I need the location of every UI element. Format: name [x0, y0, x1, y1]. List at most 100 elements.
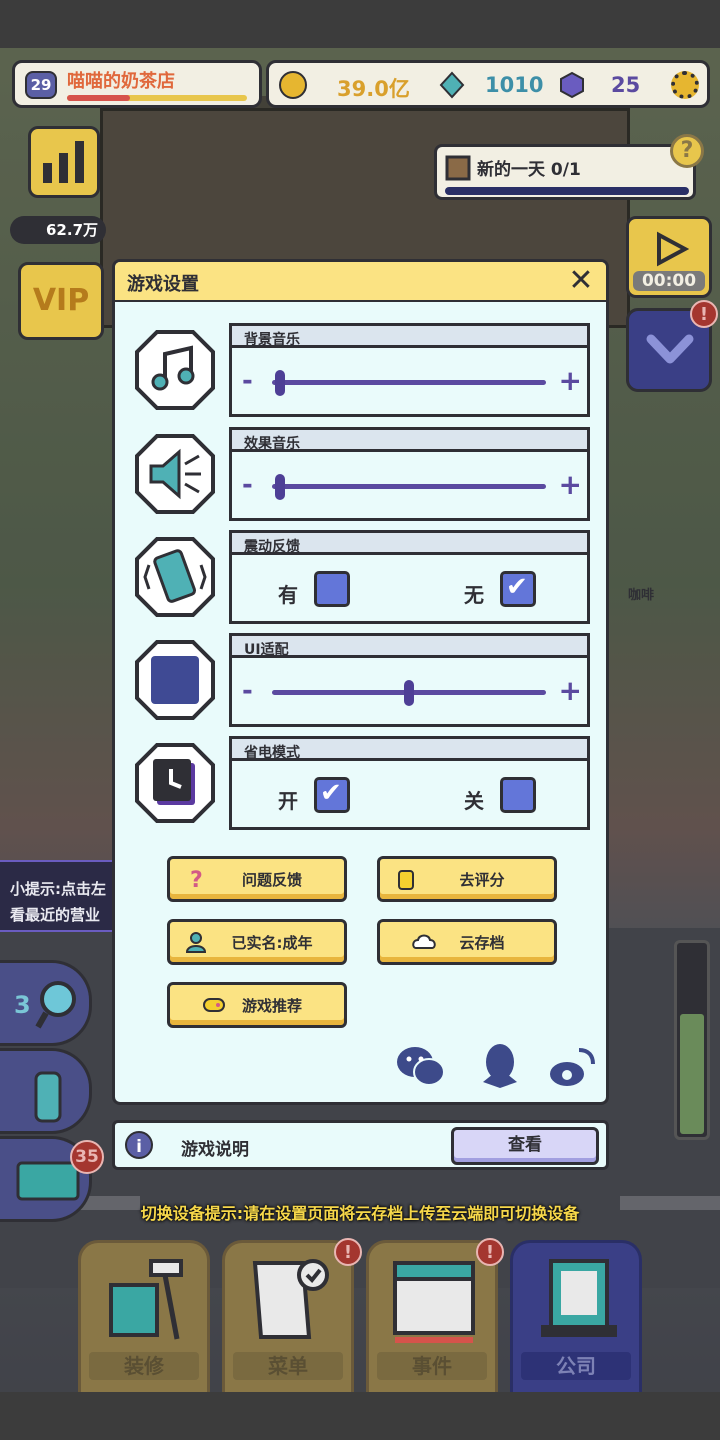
task-progress: [445, 187, 689, 195]
level-badge: 29: [25, 71, 57, 99]
slider-track: [272, 484, 546, 489]
wechat-icon[interactable]: [395, 1042, 445, 1090]
gem-icon[interactable]: [439, 71, 465, 99]
vibration-icon: [135, 537, 215, 617]
recommend-label: 游戏推荐: [241, 997, 302, 1015]
game-guide-bar: i 游戏说明 查看: [112, 1120, 609, 1170]
play-icon: [657, 231, 689, 267]
income-rate: 62.7万: [10, 216, 106, 244]
power-saving-label: 省电模式: [244, 745, 300, 761]
speaker-icon: [135, 434, 215, 514]
sfx-slider-thumb[interactable]: [274, 474, 285, 500]
gem-amount: 1010: [485, 73, 544, 97]
status-bar-bottom: [0, 1392, 720, 1440]
ui-adapt-increase-button[interactable]: +: [559, 674, 582, 707]
power-saving-off-label: 关: [464, 789, 484, 813]
weibo-icon[interactable]: [547, 1042, 597, 1090]
rate-button[interactable]: 去评分: [377, 856, 557, 902]
power-saving-off-checkbox[interactable]: [500, 777, 536, 813]
ui-adapt-slider-thumb[interactable]: [404, 680, 414, 706]
coin-amount: 39.0亿: [337, 77, 410, 101]
realname-label: 已实名:成年: [231, 934, 313, 952]
ui-adapt-icon: [135, 640, 215, 720]
game-guide-label: 游戏说明: [181, 1140, 249, 1160]
sfx-slider[interactable]: - +: [242, 466, 582, 506]
rate-label: 去评分: [459, 871, 505, 889]
vip-button[interactable]: VIP: [18, 262, 104, 340]
nav-decorate[interactable]: 装修: [78, 1240, 210, 1392]
cash-register-icon: [16, 1161, 80, 1201]
task-icon: [445, 155, 471, 181]
qq-icon[interactable]: [475, 1042, 525, 1090]
nav-decorate-label: 装修: [89, 1352, 199, 1380]
sfx-panel: 效果音乐 - +: [229, 427, 590, 521]
cloud-save-label: 云存档: [459, 934, 505, 952]
vibration-header: 震动反馈: [232, 533, 587, 555]
music-icon: [135, 330, 215, 410]
building-icon: [541, 1259, 617, 1337]
income-value: 62.7万: [46, 221, 99, 239]
settings-dialog: 游戏设置 ✕ 背景音乐 - + 效果音乐 - + 震动反馈 有 无 ✔ UI适配…: [112, 259, 609, 1105]
help-icon[interactable]: ?: [670, 134, 704, 168]
ranking-chart-icon[interactable]: [28, 126, 100, 198]
vibration-on-label: 有: [278, 583, 298, 607]
ui-adapt-slider[interactable]: - +: [242, 672, 582, 712]
ui-adapt-decrease-button[interactable]: -: [242, 676, 253, 706]
vibration-off-checkbox[interactable]: ✔: [500, 571, 536, 607]
ui-adapt-header: UI适配: [232, 636, 587, 658]
menu-alert-badge: !: [334, 1238, 362, 1266]
sfx-header: 效果音乐: [232, 430, 587, 452]
currency-bar: 39.0亿 1010 25: [266, 60, 710, 108]
recommend-button[interactable]: 游戏推荐: [167, 982, 347, 1028]
cloud-save-button[interactable]: 云存档: [377, 919, 557, 965]
sfx-increase-button[interactable]: +: [559, 468, 582, 501]
slider-track: [272, 380, 546, 385]
shop-progress: [67, 95, 247, 101]
vibration-panel: 震动反馈 有 无 ✔: [229, 530, 590, 624]
clock-icon: [135, 743, 215, 823]
realname-button[interactable]: 已实名:成年: [167, 919, 347, 965]
ui-adapt-panel: UI适配 - +: [229, 633, 590, 727]
bgm-decrease-button[interactable]: -: [242, 366, 253, 396]
check-icon: ✔: [506, 572, 528, 602]
shop-progress-fill: [67, 95, 130, 101]
drink-cup-icon: [34, 1071, 62, 1123]
crystal-icon[interactable]: [559, 71, 585, 99]
gear-icon[interactable]: [671, 71, 699, 99]
view-guide-button[interactable]: 查看: [451, 1127, 599, 1165]
ui-adapt-label: UI适配: [244, 642, 289, 658]
power-saving-panel: 省电模式 开 ✔ 关: [229, 736, 590, 830]
vibration-off-label: 无: [464, 583, 484, 607]
nav-company[interactable]: 公司: [510, 1240, 642, 1392]
paint-roller-icon: [109, 1259, 183, 1340]
vibration-on-checkbox[interactable]: [314, 571, 350, 607]
energy-fill: [680, 1014, 704, 1134]
bgm-slider[interactable]: - +: [242, 362, 582, 402]
power-saving-on-checkbox[interactable]: ✔: [314, 777, 350, 813]
energy-meter: [674, 940, 710, 1140]
magnifier-icon: [35, 981, 76, 1029]
search-side-button[interactable]: 3: [0, 960, 92, 1046]
nav-events-label: 事件: [377, 1352, 487, 1380]
bgm-increase-button[interactable]: +: [559, 364, 582, 397]
feedback-label: 问题反馈: [241, 871, 302, 889]
bgm-panel: 背景音乐 - +: [229, 323, 590, 417]
daily-task[interactable]: 新的一天 0/1: [434, 144, 696, 200]
coin-icon[interactable]: [279, 71, 307, 99]
shop-info-bar[interactable]: 29 喵喵的奶茶店: [12, 60, 262, 108]
drink-side-button[interactable]: [0, 1048, 92, 1134]
bgm-header: 背景音乐: [232, 326, 587, 348]
play-timer-button[interactable]: 00:00: [626, 216, 712, 298]
info-icon: i: [125, 1131, 153, 1159]
timer-label: 00:00: [633, 271, 705, 291]
nav-menu-label: 菜单: [233, 1352, 343, 1380]
nav-menu[interactable]: 菜单: [222, 1240, 354, 1392]
nav-events[interactable]: 事件: [366, 1240, 498, 1392]
hint-line-2: 看最近的营业: [10, 906, 101, 924]
feedback-button[interactable]: ? 问题反馈: [167, 856, 347, 902]
close-button[interactable]: ✕: [566, 266, 596, 296]
events-alert-badge: !: [476, 1238, 504, 1266]
bgm-slider-thumb[interactable]: [274, 370, 285, 396]
vibration-label: 震动反馈: [244, 539, 300, 555]
sfx-decrease-button[interactable]: -: [242, 470, 253, 500]
